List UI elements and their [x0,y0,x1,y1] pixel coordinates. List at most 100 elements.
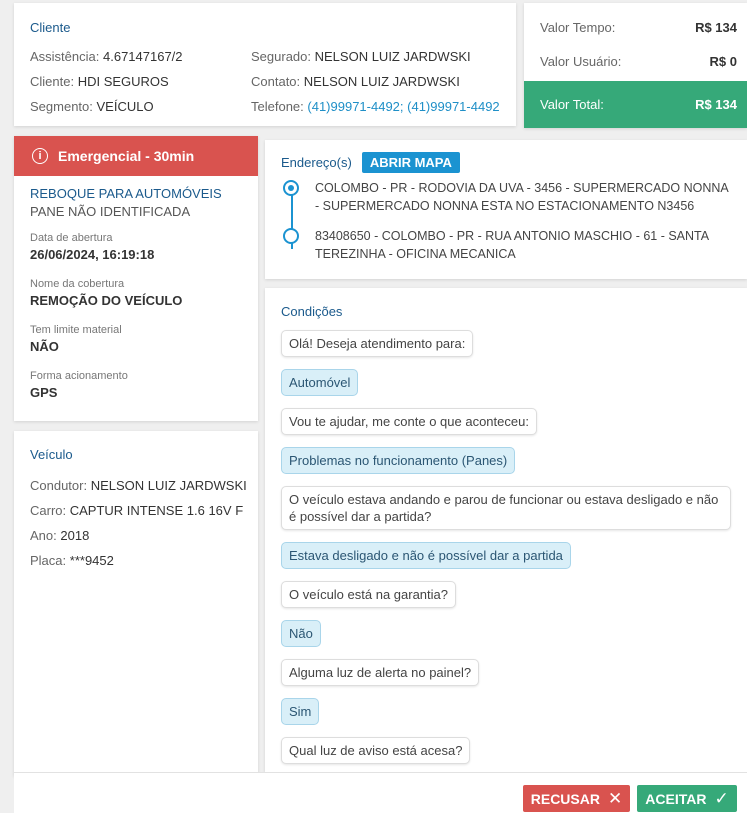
insured-row: Segurado: NELSON LUIZ JARDWSKI [251,44,500,69]
close-icon: ✕ [607,788,623,808]
trigger-mode-value: GPS [30,385,58,400]
chat-row: Não [281,620,731,659]
chat-row: O veículo está na garantia? [281,581,731,620]
conditions-card: Condições Olá! Deseja atendimento para: A… [265,288,747,772]
address-origin-text: COLOMBO - PR - RODOVIA DA UVA - 3456 - S… [315,181,729,213]
question-bubble: O veículo estava andando e parou de func… [281,486,731,530]
reject-label: RECUSAR [530,790,600,807]
vehicle-title: Veículo [30,447,73,462]
reject-button[interactable]: RECUSAR ✕ [523,785,630,812]
chat-row: Alguma luz de alerta no painel? [281,659,731,698]
chat-row: Olá! Deseja atendimento para: [281,330,731,369]
conditions-chat: Olá! Deseja atendimento para: Automóvel Vo… [281,330,731,772]
address-destination: 83408650 - COLOMBO - PR - RUA ANTONIO MA… [283,227,731,263]
accept-label: ACEITAR [645,790,707,807]
address-origin: COLOMBO - PR - RODOVIA DA UVA - 3456 - S… [283,179,731,215]
phone-label: Telefone: [251,99,304,114]
client-label: Cliente: [30,74,75,89]
segment-value: VEÍCULO [96,99,154,114]
chat-row: O veículo estava andando e parou de func… [281,486,731,542]
contact-value: NELSON LUIZ JARDWSKI [303,74,460,89]
conditions-title: Condições [281,304,343,319]
destination-marker-icon [283,228,299,244]
question-bubble: Olá! Deseja atendimento para: [281,330,474,357]
client-row: Cliente: HDI SEGUROS [30,69,251,94]
time-value-amount: R$ 134 [695,19,737,35]
phone-link[interactable]: (41)99971-4492; (41)99971-4492 [307,99,499,114]
emergency-label: Emergencial - 30min [58,148,195,164]
plate-label: Placa: [30,553,67,568]
client-value: HDI SEGUROS [77,74,169,89]
address-card: Endereço(s) ABRIR MAPA COLOMBO - PR - RO… [265,140,747,279]
time-value-label: Valor Tempo: [540,19,616,35]
client-card: Cliente Assistência: 4.67147167/2 Client… [14,3,516,126]
address-title: Endereço(s) [281,155,352,170]
plate-value: ***9452 [69,553,114,568]
service-subtype: PANE NÃO IDENTIFICADA [30,204,191,219]
year-value: 2018 [60,528,90,543]
user-value-amount: R$ 0 [709,53,737,69]
contact-row: Contato: NELSON LUIZ JARDWSKI [251,69,500,94]
chat-row: Automóvel [281,369,731,408]
question-bubble: Qual luz de aviso está acesa? [281,737,471,764]
client-title: Cliente [30,20,71,35]
vehicle-card: Veículo Condutor: NELSON LUIZ JARDWSKI C… [14,431,258,776]
material-limit-value: NÃO [30,339,59,354]
driver-value: NELSON LUIZ JARDWSKI [90,478,247,493]
total-value-row: Valor Total: R$ 134 [524,81,747,128]
address-destination-text: 83408650 - COLOMBO - PR - RUA ANTONIO MA… [315,229,709,261]
service-card: i Emergencial - 30min REBOQUE PARA AUTOM… [14,136,258,421]
car-value: CAPTUR INTENSE 1.6 16V F [69,503,244,518]
total-value-label: Valor Total: [540,97,604,112]
insured-value: NELSON LUIZ JARDWSKI [314,49,471,64]
coverage-label: Nome da cobertura [30,278,125,290]
chat-row: Problemas no funcionamento (Panes) [281,447,731,486]
opening-date-value: 26/06/2024, 16:19:18 [30,247,155,262]
origin-marker-icon [283,180,299,196]
chat-row: Vou te ajudar, me conte o que aconteceu: [281,408,731,447]
plate-row: Placa: ***9452 [30,548,242,573]
action-footer: RECUSAR ✕ ACEITAR ✓ [14,772,747,813]
chat-row: Qual luz de aviso está acesa? [281,737,731,772]
question-bubble: Alguma luz de alerta no painel? [281,659,480,686]
segment-label: Segmento: [30,99,93,114]
trigger-mode-label: Forma acionamento [30,370,128,382]
driver-label: Condutor: [30,478,88,493]
user-value-label: Valor Usuário: [540,53,622,69]
coverage-value: REMOÇÃO DO VEÍCULO [30,293,183,308]
open-map-button[interactable]: ABRIR MAPA [361,152,460,173]
year-label: Ano: [30,528,57,543]
question-bubble: O veículo está na garantia? [281,581,456,608]
address-timeline: COLOMBO - PR - RODOVIA DA UVA - 3456 - S… [281,179,731,263]
chat-row: Sim [281,698,731,737]
segment-row: Segmento: VEÍCULO [30,94,251,119]
car-label: Carro: [30,503,67,518]
user-value-row: Valor Usuário: R$ 0 [524,44,747,78]
phone-row: Telefone: (41)99971-4492; (41)99971-4492 [251,94,500,119]
accept-button[interactable]: ACEITAR ✓ [637,785,737,812]
question-bubble: Vou te ajudar, me conte o que aconteceu: [281,408,537,435]
check-icon: ✓ [714,788,729,808]
answer-bubble: Não [281,620,321,647]
contact-label: Contato: [251,74,301,89]
assistance-value: 4.67147167/2 [103,49,183,64]
service-type: REBOQUE PARA AUTOMÓVEIS [30,186,222,201]
material-limit-label: Tem limite material [30,324,122,336]
assistance-row: Assistência: 4.67147167/2 [30,44,251,69]
car-row: Carro: CAPTUR INTENSE 1.6 16V F [30,498,244,523]
opening-date-label: Data de abertura [30,232,113,244]
info-icon: i [32,148,48,164]
driver-row: Condutor: NELSON LUIZ JARDWSKI [30,473,247,498]
time-value-row: Valor Tempo: R$ 134 [524,10,747,44]
answer-bubble: Sim [281,698,320,725]
values-card: Valor Tempo: R$ 134 Valor Usuário: R$ 0 … [524,3,747,128]
insured-label: Segurado: [251,49,311,64]
total-value-amount: R$ 134 [695,97,737,112]
answer-bubble: Estava desligado e não é possível dar a … [281,542,571,569]
answer-bubble: Automóvel [281,369,359,396]
year-row: Ano: 2018 [30,523,242,548]
emergency-banner: i Emergencial - 30min [14,136,258,176]
answer-bubble: Problemas no funcionamento (Panes) [281,447,516,474]
chat-row: Estava desligado e não é possível dar a … [281,542,731,581]
assistance-label: Assistência: [30,49,100,64]
